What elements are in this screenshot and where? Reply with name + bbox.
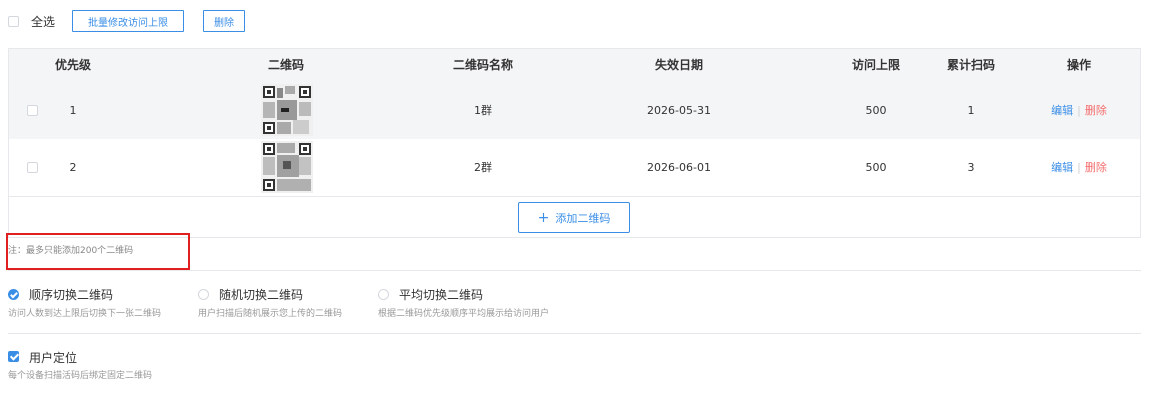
select-all-checkbox[interactable] xyxy=(8,15,19,27)
qr-code-icon xyxy=(261,84,313,136)
delete-link[interactable]: 删除 xyxy=(1085,161,1107,174)
table-row: 1 1群 2026-05-31 500 1 编辑 | 删除 xyxy=(9,82,1140,139)
mode-option-sequential[interactable]: 顺序切换二维码 访问人数到达上限后切换下一张二维码 xyxy=(8,284,161,319)
checkbox-checked-icon[interactable] xyxy=(8,351,19,362)
radio-icon[interactable] xyxy=(378,289,389,300)
priority-cell: 1 xyxy=(69,104,77,117)
action-separator: | xyxy=(1077,161,1081,174)
mode-label: 顺序切换二维码 xyxy=(29,288,114,302)
user-location-option[interactable]: 用户定位 每个设备扫描活码后绑定固定二维码 xyxy=(8,347,152,381)
select-all-label: 全选 xyxy=(31,14,56,29)
qr-name-cell: 1群 xyxy=(474,104,492,117)
table-row: 2 2群 2026-06-01 500 3 编辑 | 删除 xyxy=(9,139,1140,196)
add-qr-code-label: 添加二维码 xyxy=(555,211,611,225)
mode-label: 平均切换二维码 xyxy=(399,288,484,302)
divider xyxy=(8,333,1141,334)
column-header-total-scans: 累计扫码 xyxy=(946,58,995,72)
divider xyxy=(8,270,1141,271)
qr-name-cell: 2群 xyxy=(474,161,492,174)
qr-code-table: 优先级 二维码 二维码名称 失效日期 访问上限 累计扫码 操作 1 1群 202… xyxy=(8,48,1141,238)
delete-link[interactable]: 删除 xyxy=(1085,104,1107,117)
add-row: + 添加二维码 xyxy=(9,196,1140,238)
mode-description: 用户扫描后随机展示您上传的二维码 xyxy=(198,309,343,319)
column-header-actions: 操作 xyxy=(1066,58,1091,72)
priority-cell: 2 xyxy=(69,161,77,174)
mode-description: 访问人数到达上限后切换下一张二维码 xyxy=(8,309,162,319)
column-header-expiry-date: 失效日期 xyxy=(654,58,703,72)
toolbar: 全选 批量修改访问上限 删除 xyxy=(8,10,245,32)
actions-cell: 编辑 | 删除 xyxy=(1039,82,1119,139)
column-header-visit-limit: 访问上限 xyxy=(851,58,900,72)
qr-code-icon xyxy=(261,141,313,193)
edit-link[interactable]: 编辑 xyxy=(1051,104,1073,117)
batch-edit-limit-button[interactable]: 批量修改访问上限 xyxy=(72,10,184,32)
limit-note: 注：最多只能添加200个二维码 xyxy=(8,246,134,256)
expiry-date-cell: 2026-06-01 xyxy=(647,161,711,174)
column-header-qr-name: 二维码名称 xyxy=(452,58,513,72)
table-header: 优先级 二维码 二维码名称 失效日期 访问上限 累计扫码 操作 xyxy=(9,49,1140,82)
column-header-priority: 优先级 xyxy=(54,58,91,72)
plus-icon: + xyxy=(537,209,550,226)
total-scans-cell: 1 xyxy=(967,104,975,117)
user-location-label: 用户定位 xyxy=(29,351,78,365)
mode-description: 根据二维码优先级顺序平均展示给访问用户 xyxy=(378,309,550,319)
add-qr-code-button[interactable]: + 添加二维码 xyxy=(518,202,630,233)
radio-selected-icon[interactable] xyxy=(8,289,19,300)
actions-cell: 编辑 | 删除 xyxy=(1039,139,1119,196)
visit-limit-cell: 500 xyxy=(865,104,887,117)
total-scans-cell: 3 xyxy=(967,161,975,174)
mode-label: 随机切换二维码 xyxy=(219,288,304,302)
radio-icon[interactable] xyxy=(198,289,209,300)
mode-option-average[interactable]: 平均切换二维码 根据二维码优先级顺序平均展示给访问用户 xyxy=(378,284,549,319)
action-separator: | xyxy=(1077,104,1081,117)
visit-limit-cell: 500 xyxy=(865,161,887,174)
edit-link[interactable]: 编辑 xyxy=(1051,161,1073,174)
batch-delete-button[interactable]: 删除 xyxy=(203,10,245,32)
user-location-description: 每个设备扫描活码后绑定固定二维码 xyxy=(8,371,153,381)
expiry-date-cell: 2026-05-31 xyxy=(647,104,711,117)
column-header-qr-code: 二维码 xyxy=(267,58,304,72)
mode-option-random[interactable]: 随机切换二维码 用户扫描后随机展示您上传的二维码 xyxy=(198,284,342,319)
